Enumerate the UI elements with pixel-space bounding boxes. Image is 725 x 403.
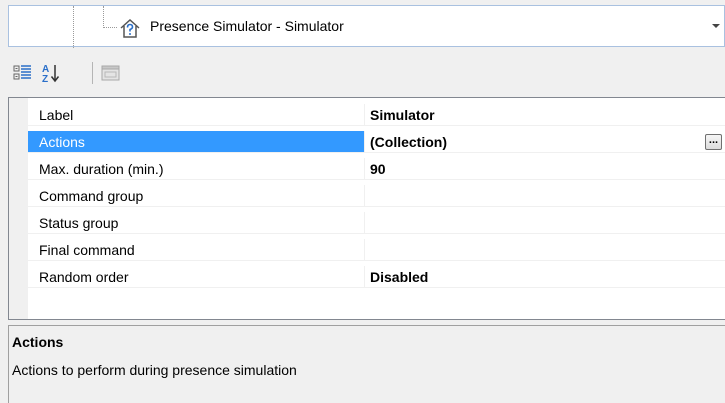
property-name: Status group [28, 212, 365, 234]
property-value[interactable]: Simulator [365, 104, 725, 126]
property-name: Actions [28, 131, 365, 153]
property-row-actions[interactable]: Actions (Collection) ... [28, 131, 725, 153]
property-value[interactable] [365, 185, 725, 207]
property-row-max-duration[interactable]: Max. duration (min.) 90 [28, 158, 725, 180]
tree-connector [103, 27, 117, 28]
property-name: Label [28, 104, 365, 126]
tree-connector [73, 6, 74, 48]
property-toolbar: A Z [8, 58, 725, 88]
chevron-down-icon [712, 24, 720, 28]
property-row-command-group[interactable]: Command group [28, 185, 725, 207]
svg-text:Z: Z [42, 74, 48, 84]
property-value[interactable]: Disabled [365, 266, 725, 288]
property-row-status-group[interactable]: Status group [28, 212, 725, 234]
object-selector-label: Presence Simulator - Simulator [150, 18, 344, 34]
ellipsis-button[interactable]: ... [705, 134, 722, 150]
property-name: Max. duration (min.) [28, 158, 365, 180]
property-name: Random order [28, 266, 365, 288]
property-name: Command group [28, 185, 365, 207]
toolbar-separator [92, 62, 93, 84]
object-selector-combo[interactable]: Presence Simulator - Simulator [8, 5, 725, 48]
property-grid: Label Simulator Actions (Collection) ...… [8, 97, 725, 320]
property-value[interactable] [365, 239, 725, 261]
description-pane: Actions Actions to perform during presen… [8, 325, 725, 403]
description-text: Actions to perform during presence simul… [12, 362, 297, 378]
grid-gutter [9, 98, 28, 319]
property-name: Final command [28, 239, 365, 261]
property-editor: Presence Simulator - Simulator A Z Label… [0, 0, 725, 403]
sort-az-icon[interactable]: A Z [40, 62, 62, 84]
property-value[interactable]: 90 [365, 158, 725, 180]
house-question-icon [120, 18, 140, 38]
property-value[interactable] [365, 212, 725, 234]
tree-connector [103, 6, 104, 28]
property-row-random-order[interactable]: Random order Disabled [28, 266, 725, 288]
property-value-text: (Collection) [370, 134, 447, 150]
description-title: Actions [12, 334, 64, 350]
property-value[interactable]: (Collection) ... [365, 131, 725, 153]
property-row-label[interactable]: Label Simulator [28, 104, 725, 126]
property-pages-icon[interactable] [100, 62, 122, 84]
categorized-icon[interactable] [12, 62, 34, 84]
dropdown-button[interactable] [706, 6, 724, 46]
property-row-final-command[interactable]: Final command [28, 239, 725, 261]
